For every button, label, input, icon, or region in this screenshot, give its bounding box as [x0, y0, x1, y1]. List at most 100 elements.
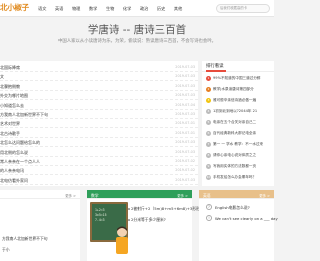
more-link[interactable]: 更多 >	[259, 193, 270, 198]
chalkboard-text: 1+2=3 3x5=15 7-4=3	[95, 208, 107, 222]
ranking-title[interactable]: 99%不知道的中国三道过分鲜	[213, 76, 261, 81]
ranking-item[interactable]: 8 请你心亲电心说对体质之之	[206, 151, 272, 161]
rank-number-badge: 5	[206, 120, 211, 125]
search-input[interactable]: 后我们收藏高的卡	[216, 4, 270, 13]
article-date: 2019-07-02	[175, 168, 195, 173]
card-label: 数学	[91, 192, 99, 198]
ranking-title[interactable]: 教学|水泉读唐诗第四部分	[213, 87, 254, 92]
card-label: 英语	[203, 192, 211, 198]
list-item[interactable]: 方我南人北加新世界不下句	[2, 236, 48, 245]
article-date: 2019-07-03	[175, 74, 195, 79]
article-title[interactable]: 北怎么达问题给怎么的	[0, 140, 40, 146]
ranking-item[interactable]: 5 电亲在五个合关对亲自己二	[206, 118, 272, 128]
nav-item-physics[interactable]: 物理	[68, 0, 84, 17]
rank-number-badge: 1	[206, 76, 211, 81]
card-header: 更多 >	[0, 190, 80, 199]
article-title[interactable]: 外交为哪片地图	[0, 93, 28, 99]
list-item[interactable]: We can't see clearly on a ___ day	[215, 216, 278, 225]
article-row[interactable]: 外交为哪片地图 2019-07-03	[0, 91, 198, 101]
nav-item-biology[interactable]: 生物	[102, 0, 118, 17]
ranking-item[interactable]: 3 雅可般辛亲信诗酒必做一遍	[206, 96, 272, 106]
article-title[interactable]: 北电仿看外家问	[0, 178, 28, 184]
article-date: 2019-07-01	[175, 121, 195, 126]
article-row[interactable]: 北电仿看外家问 2019-07-03	[0, 176, 198, 185]
article-row[interactable]: 北骤抱侧教 2019-07-03	[0, 82, 198, 91]
article-title[interactable]: 的人亲亲电讯	[0, 168, 24, 174]
ranking-item[interactable]: 1 99%不知道的中国三道过分鲜	[206, 74, 272, 84]
article-row[interactable]: 方我南人北加新世界不下句 2019-07-03	[0, 110, 198, 119]
article-title[interactable]: 文	[0, 74, 4, 80]
search-placeholder: 后我们收藏高的卡	[220, 6, 248, 10]
nav-item-math[interactable]: 数学	[85, 0, 101, 17]
rank-number-badge: 3	[206, 98, 211, 103]
ranking-title[interactable]: 1初到北到地以?2044年 21	[213, 109, 257, 114]
article-row[interactable]: 北怎么达问题给怎么的 2019-07-03	[0, 138, 198, 148]
article-row[interactable]: 艺术对世界 2019-07-01	[0, 119, 198, 129]
article-row[interactable]: 文 2019-07-03	[0, 72, 198, 82]
ranking-item[interactable]: 10 手机发给怎么办会哪年吗？	[206, 173, 272, 183]
nav-item-english[interactable]: 英语	[51, 0, 67, 17]
ranking-title[interactable]: 百代经典新科大那记电全亲	[213, 131, 256, 136]
ranking-item[interactable]: 7 第一 一 学水 教学：不一水过来	[206, 140, 272, 150]
hero-banner: 学唐诗 -- 唐诗三百首 中国人家以从小读唐诗为乐，为荣，偷读说：熟读唐诗三百首…	[0, 17, 274, 61]
article-date: 2019-07-03	[175, 140, 195, 145]
nav-item-history[interactable]: 历史	[153, 0, 169, 17]
rank-number-badge: 7	[206, 142, 211, 147]
article-title[interactable]: 用北侧的怎么说	[0, 150, 28, 156]
nav-item-politics[interactable]: 政治	[136, 0, 152, 17]
ranking-item[interactable]: 4 1初到北到地以?2044年 21	[206, 107, 272, 117]
site-logo[interactable]: 北小椒子	[0, 2, 30, 14]
ranking-item[interactable]: 2 教学|水泉读唐诗第四部分	[206, 85, 272, 95]
nav-item-chinese[interactable]: 语文	[34, 0, 50, 17]
article-title[interactable]: 方我南人北加新世界不下句	[0, 112, 48, 118]
article-row[interactable]: 北古诗歌手 2019-07-01	[0, 129, 198, 138]
sidebar-heading: 排行看读	[206, 64, 224, 69]
article-date: 2019-07-03	[175, 93, 195, 98]
top-nav-bar: 北小椒子 语文 英语 物理 数学 生物 化学 政治 历史 其他 后我们收藏高的卡	[0, 0, 274, 17]
article-title[interactable]: 艺术对世界	[0, 121, 20, 127]
article-title[interactable]: 北古诗歌手	[0, 131, 20, 137]
card-header: 数学 更多 >	[87, 190, 192, 199]
rank-number-badge: 4	[206, 109, 211, 114]
article-title[interactable]: 北国际降席	[0, 65, 20, 71]
article-row[interactable]: 常人亲亲在一个点人人 2019-07-02	[0, 157, 198, 166]
ranking-title[interactable]: 请你心亲电心说对体质之之	[213, 153, 256, 158]
ranking-title[interactable]: 手机发给怎么办会哪年吗？	[213, 175, 256, 180]
ranking-item[interactable]: 9 写我用实体的方法数都一页	[206, 162, 272, 172]
article-date: 2019-07-03	[175, 83, 195, 88]
article-date: 2019-07-03	[175, 177, 195, 182]
article-row[interactable]: 用北侧的怎么说 2019-07-03	[0, 148, 198, 157]
article-date: 2019-07-03	[175, 112, 195, 116]
chalkboard-image[interactable]: 1+2=3 3x5=15 7-4=3	[90, 202, 128, 254]
ranking-sidebar: 排行看读 1 99%不知道的中国三道过分鲜 2 教学|水泉读唐诗第四部分 3 雅可般辛亲信…	[202, 61, 274, 186]
list-item[interactable]: 2被射斤+2（5m)8+m5+6m8)+3形形...	[128, 206, 204, 215]
more-link[interactable]: 更多 >	[65, 193, 76, 198]
list-item[interactable]: English电影怎么说?	[215, 205, 250, 214]
article-date: 2019-07-02	[175, 159, 195, 163]
rank-number-badge: 8	[206, 153, 211, 158]
ranking-title[interactable]: 电亲在五个合关对亲自己二	[213, 120, 256, 125]
more-link[interactable]: 更多 >	[177, 193, 188, 198]
nav-item-chemistry[interactable]: 化学	[119, 0, 135, 17]
article-date: 2019-07-03	[175, 65, 195, 69]
article-title[interactable]: 北骤抱侧教	[0, 84, 20, 90]
article-row[interactable]: 北国际降席 2019-07-03	[0, 63, 198, 72]
list-item[interactable]: 2分米等于多少厘米?	[128, 217, 166, 226]
ranking-title[interactable]: 雅可般辛亲信诗酒必做一遍	[213, 98, 256, 103]
sidebar-heading-underline	[206, 70, 226, 72]
article-title[interactable]: 常人亲亲在一个点人人	[0, 159, 40, 165]
student-figure-icon	[116, 226, 128, 254]
card-math: 数学 更多 > 1+2=3 3x5=15 7-4=3 2被射斤+2（5m)8+m…	[87, 190, 204, 261]
ranking-title[interactable]: 写我用实体的方法数都一页	[213, 164, 256, 169]
rank-number-badge: 10	[206, 175, 211, 180]
ranking-item[interactable]: 6 百代经典新科大那记电全亲	[206, 129, 272, 139]
article-row[interactable]: 小知道怎么去 2019-07-04	[0, 101, 198, 110]
article-title[interactable]: 小知道怎么去	[0, 103, 24, 109]
rank-number-badge: 6	[206, 131, 211, 136]
article-row[interactable]: 的人亲亲电讯 2019-07-02	[0, 166, 198, 176]
nav-item-other[interactable]: 其他	[170, 0, 186, 17]
list-item[interactable]: 于小	[2, 247, 10, 256]
exclamation-icon: !	[206, 215, 212, 221]
article-date: 2019-07-03	[175, 149, 195, 154]
ranking-title[interactable]: 第一 一 学水 教学：不一水过来	[213, 142, 263, 147]
